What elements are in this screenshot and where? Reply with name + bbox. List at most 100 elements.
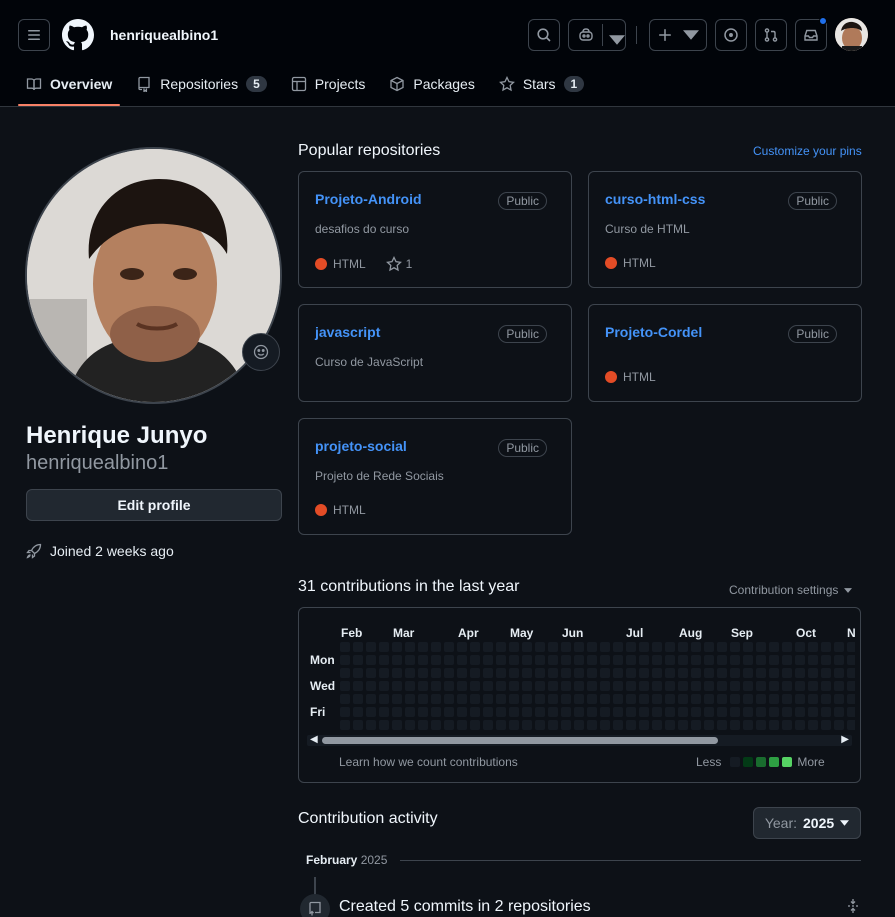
contribution-cell[interactable] bbox=[587, 642, 597, 652]
contribution-cell[interactable] bbox=[756, 642, 766, 652]
contribution-cell[interactable] bbox=[600, 720, 610, 730]
contribution-cell[interactable] bbox=[756, 655, 766, 665]
contribution-cell[interactable] bbox=[652, 694, 662, 704]
contribution-cell[interactable] bbox=[665, 642, 675, 652]
contribution-cell[interactable] bbox=[769, 655, 779, 665]
contribution-cell[interactable] bbox=[756, 707, 766, 717]
contribution-cell[interactable] bbox=[470, 707, 480, 717]
contribution-cell[interactable] bbox=[431, 655, 441, 665]
contribution-cell[interactable] bbox=[574, 681, 584, 691]
repo-name-link[interactable]: curso-html-css bbox=[605, 191, 705, 207]
contribution-cell[interactable] bbox=[639, 720, 649, 730]
contribution-cell[interactable] bbox=[613, 681, 623, 691]
contribution-cell[interactable] bbox=[548, 707, 558, 717]
contribution-cell[interactable] bbox=[834, 642, 844, 652]
contribution-cell[interactable] bbox=[353, 694, 363, 704]
contribution-cell[interactable] bbox=[522, 681, 532, 691]
tab-stars[interactable]: Stars 1 bbox=[491, 64, 592, 104]
contribution-cell[interactable] bbox=[795, 642, 805, 652]
contribution-cell[interactable] bbox=[717, 668, 727, 678]
tab-overview[interactable]: Overview bbox=[18, 64, 121, 106]
contribution-cell[interactable] bbox=[340, 642, 350, 652]
contribution-cell[interactable] bbox=[652, 720, 662, 730]
contribution-cell[interactable] bbox=[795, 694, 805, 704]
contribution-cell[interactable] bbox=[483, 655, 493, 665]
contribution-cell[interactable] bbox=[405, 694, 415, 704]
contribution-cell[interactable] bbox=[756, 668, 766, 678]
contribution-cell[interactable] bbox=[587, 681, 597, 691]
contribution-cell[interactable] bbox=[730, 720, 740, 730]
contribution-cell[interactable] bbox=[730, 655, 740, 665]
contribution-cell[interactable] bbox=[561, 694, 571, 704]
contribution-cell[interactable] bbox=[392, 694, 402, 704]
contribution-cell[interactable] bbox=[392, 668, 402, 678]
contribution-cell[interactable] bbox=[418, 681, 428, 691]
contribution-cell[interactable] bbox=[639, 655, 649, 665]
contribution-cell[interactable] bbox=[535, 707, 545, 717]
contribution-cell[interactable] bbox=[509, 681, 519, 691]
contribution-cell[interactable] bbox=[730, 642, 740, 652]
contribution-cell[interactable] bbox=[769, 720, 779, 730]
contribution-cell[interactable] bbox=[782, 720, 792, 730]
contribution-cell[interactable] bbox=[574, 668, 584, 678]
scroll-right-icon[interactable]: ▶ bbox=[841, 734, 849, 745]
tab-packages[interactable]: Packages bbox=[381, 64, 482, 104]
contribution-cell[interactable] bbox=[509, 694, 519, 704]
contribution-cell[interactable] bbox=[457, 720, 467, 730]
contribution-cell[interactable] bbox=[600, 642, 610, 652]
contribution-cell[interactable] bbox=[808, 668, 818, 678]
contribution-cell[interactable] bbox=[444, 720, 454, 730]
contribution-cell[interactable] bbox=[834, 681, 844, 691]
contribution-cell[interactable] bbox=[743, 668, 753, 678]
issues-icon[interactable] bbox=[715, 19, 747, 51]
contribution-cell[interactable] bbox=[574, 655, 584, 665]
contribution-cell[interactable] bbox=[340, 681, 350, 691]
contribution-cell[interactable] bbox=[457, 694, 467, 704]
contribution-cell[interactable] bbox=[678, 681, 688, 691]
contribution-cell[interactable] bbox=[782, 668, 792, 678]
contribution-cell[interactable] bbox=[834, 668, 844, 678]
contribution-cell[interactable] bbox=[418, 720, 428, 730]
contribution-cell[interactable] bbox=[392, 720, 402, 730]
contribution-cell[interactable] bbox=[704, 668, 714, 678]
contribution-cell[interactable] bbox=[509, 720, 519, 730]
contribution-cell[interactable] bbox=[821, 668, 831, 678]
contribution-cell[interactable] bbox=[366, 681, 376, 691]
repo-name-link[interactable]: Projeto-Cordel bbox=[605, 324, 702, 340]
contribution-cell[interactable] bbox=[509, 707, 519, 717]
contribution-cell[interactable] bbox=[600, 681, 610, 691]
contribution-cell[interactable] bbox=[678, 642, 688, 652]
year-select-button[interactable]: Year: 2025 bbox=[753, 807, 861, 839]
contribution-cell[interactable] bbox=[561, 720, 571, 730]
contribution-cell[interactable] bbox=[548, 668, 558, 678]
contribution-cell[interactable] bbox=[587, 707, 597, 717]
contribution-cell[interactable] bbox=[522, 720, 532, 730]
contribution-cell[interactable] bbox=[834, 655, 844, 665]
contribution-cell[interactable] bbox=[574, 694, 584, 704]
contribution-cell[interactable] bbox=[678, 720, 688, 730]
contribution-cell[interactable] bbox=[548, 694, 558, 704]
contribution-cell[interactable] bbox=[379, 668, 389, 678]
contribution-cell[interactable] bbox=[795, 681, 805, 691]
three-bars-icon[interactable] bbox=[18, 19, 50, 51]
contribution-cell[interactable] bbox=[717, 707, 727, 717]
contribution-cell[interactable] bbox=[613, 694, 623, 704]
contribution-cell[interactable] bbox=[782, 655, 792, 665]
contribution-cell[interactable] bbox=[717, 694, 727, 704]
contribution-cell[interactable] bbox=[821, 681, 831, 691]
contribution-cell[interactable] bbox=[574, 720, 584, 730]
contribution-cell[interactable] bbox=[782, 707, 792, 717]
contribution-cell[interactable] bbox=[613, 668, 623, 678]
contribution-cell[interactable] bbox=[392, 681, 402, 691]
contribution-cell[interactable] bbox=[795, 720, 805, 730]
contribution-cell[interactable] bbox=[340, 655, 350, 665]
contribution-cell[interactable] bbox=[639, 681, 649, 691]
repo-stars-link[interactable]: 1 bbox=[385, 256, 412, 272]
contribution-cell[interactable] bbox=[730, 681, 740, 691]
contribution-cell[interactable] bbox=[561, 668, 571, 678]
contribution-cell[interactable] bbox=[561, 681, 571, 691]
user-avatar[interactable] bbox=[835, 18, 868, 51]
contribution-cell[interactable] bbox=[782, 642, 792, 652]
contribution-cell[interactable] bbox=[366, 694, 376, 704]
contribution-cell[interactable] bbox=[496, 707, 506, 717]
